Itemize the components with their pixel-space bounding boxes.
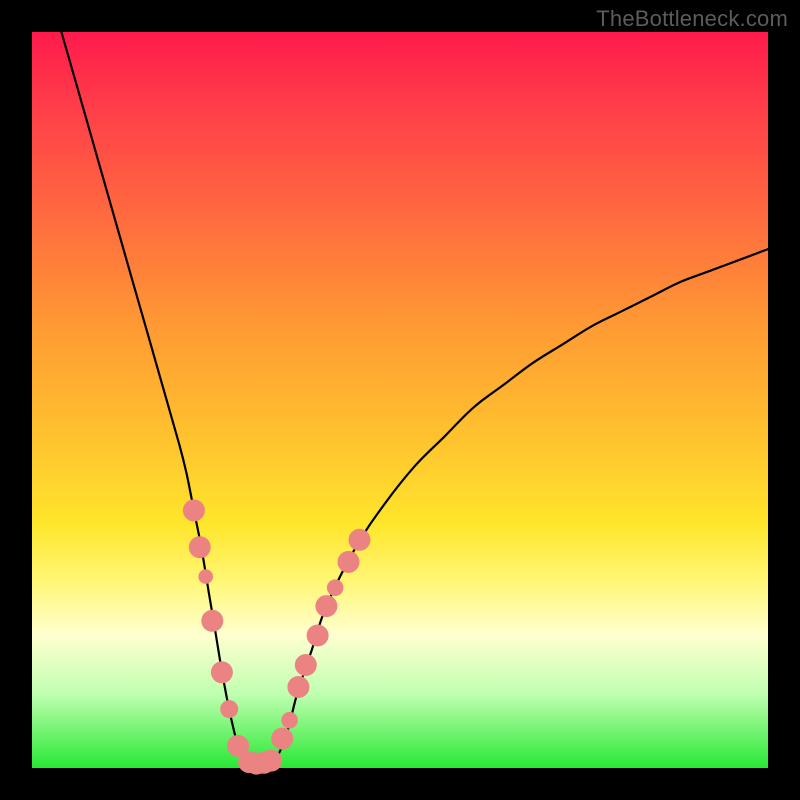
data-marker [201, 610, 223, 632]
plot-area [32, 32, 768, 768]
data-marker [295, 654, 317, 676]
data-marker [183, 499, 205, 521]
data-marker [315, 595, 337, 617]
data-marker [338, 551, 360, 573]
data-marker [327, 579, 344, 596]
watermark-text: TheBottleneck.com [596, 6, 788, 32]
chart-frame: TheBottleneck.com [0, 0, 800, 800]
data-marker [260, 750, 282, 772]
data-marker [287, 676, 309, 698]
curve-svg [32, 32, 768, 768]
marker-group [183, 499, 371, 774]
data-marker [189, 536, 211, 558]
data-marker [281, 712, 298, 729]
data-marker [220, 700, 238, 718]
data-marker [349, 529, 371, 551]
data-marker [271, 728, 293, 750]
data-marker [307, 625, 329, 647]
data-marker [211, 661, 233, 683]
bottleneck-curve [61, 32, 768, 769]
data-marker [198, 569, 213, 584]
